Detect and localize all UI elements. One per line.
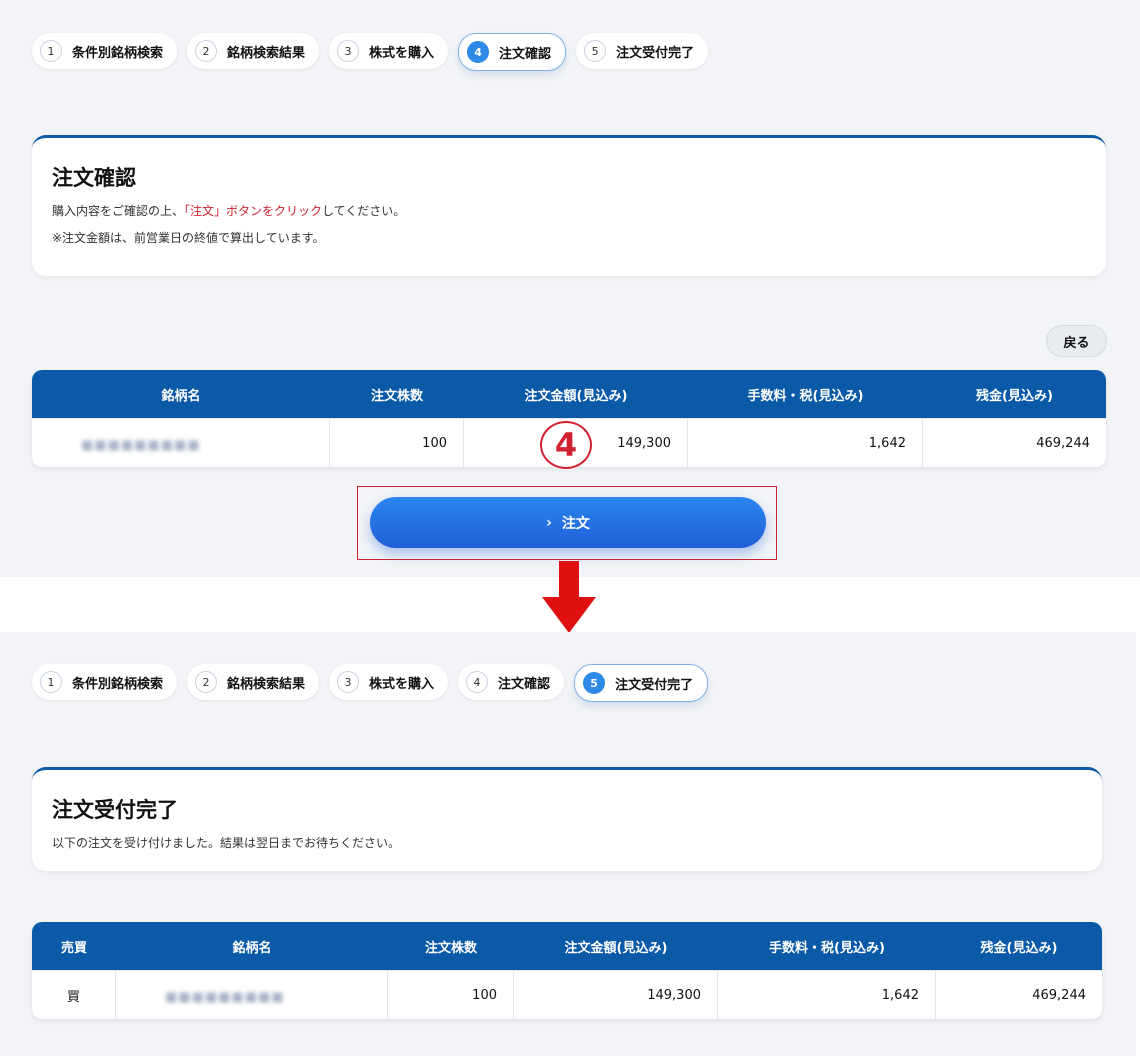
step-label: 銘柄検索結果 xyxy=(227,45,306,61)
page-title: 注文確認 xyxy=(52,166,136,190)
step-label: 注文受付完了 xyxy=(616,45,695,61)
header-fee: 手数料・税(見込み) xyxy=(718,922,936,970)
header-fee: 手数料・税(見込み) xyxy=(688,370,923,418)
header-name: 銘柄名 xyxy=(32,370,330,418)
shares-cell: 100 xyxy=(388,970,514,1019)
step-1[interactable]: 1 条件別銘柄検索 xyxy=(32,664,178,700)
step-number: 2 xyxy=(195,671,218,693)
step-5-active[interactable]: 5 注文受付完了 xyxy=(574,664,709,702)
step-1[interactable]: 1 条件別銘柄検索 xyxy=(32,33,178,69)
order-result-table: 売買 銘柄名 注文株数 注文金額(見込み) 手数料・税(見込み) 残金(見込み)… xyxy=(32,922,1102,1019)
header-balance: 残金(見込み) xyxy=(923,370,1106,418)
step-marker: 4 xyxy=(540,421,592,469)
header-side: 売買 xyxy=(32,922,116,970)
header-name: 銘柄名 xyxy=(116,922,388,970)
header-amount: 注文金額(見込み) xyxy=(464,370,688,418)
stock-name-cell: ■■■■■■■■■ xyxy=(32,418,330,467)
order-button-label: 注文 xyxy=(561,515,590,532)
chevron-right-icon: › xyxy=(546,514,552,531)
side-cell: 買 xyxy=(32,970,116,1019)
header-balance: 残金(見込み) xyxy=(936,922,1102,970)
stock-name-blurred: ■■■■■■■■■ xyxy=(132,989,285,1005)
step-label: 銘柄検索結果 xyxy=(227,676,306,692)
complete-card: 注文受付完了 以下の注文を受け付けました。結果は翌日までお待ちください。 xyxy=(32,767,1102,871)
table-header: 銘柄名 注文株数 注文金額(見込み) 手数料・税(見込み) 残金(見込み) xyxy=(32,370,1106,418)
step-5[interactable]: 5 注文受付完了 xyxy=(576,33,709,69)
step-label: 条件別銘柄検索 xyxy=(72,676,164,692)
balance-cell: 469,244 xyxy=(923,418,1106,467)
page-title: 注文受付完了 xyxy=(52,798,178,822)
fee-cell: 1,642 xyxy=(718,970,936,1019)
step-label: 条件別銘柄検索 xyxy=(72,45,164,61)
step-label: 注文受付完了 xyxy=(615,677,694,693)
stock-name-cell: ■■■■■■■■■ xyxy=(116,970,388,1019)
step-number: 4 xyxy=(466,671,489,693)
order-button[interactable]: › 注文 xyxy=(370,497,766,548)
step-number: 1 xyxy=(40,671,62,693)
step-label: 株式を購入 xyxy=(369,45,435,61)
step-number: 3 xyxy=(337,40,360,62)
progress-steps: 1 条件別銘柄検索 2 銘柄検索結果 3 株式を購入 4 注文確認 5 注文受付完了 xyxy=(32,664,709,702)
down-arrow-icon xyxy=(542,561,596,633)
step-3[interactable]: 3 株式を購入 xyxy=(329,33,449,69)
instruction-text: 購入内容をご確認の上、「注文」ボタンをクリックしてください。 xyxy=(52,204,406,218)
step-number: 5 xyxy=(584,40,607,62)
back-button[interactable]: 戻る xyxy=(1046,325,1107,357)
table-header: 売買 銘柄名 注文株数 注文金額(見込み) 手数料・税(見込み) 残金(見込み) xyxy=(32,922,1102,970)
header-amount: 注文金額(見込み) xyxy=(514,922,718,970)
table-row: 買 ■■■■■■■■■ 100 149,300 1,642 469,244 xyxy=(32,970,1102,1019)
instruction-text: 以下の注文を受け付けました。結果は翌日までお待ちください。 xyxy=(52,836,401,850)
fee-cell: 1,642 xyxy=(688,418,923,467)
progress-steps: 1 条件別銘柄検索 2 銘柄検索結果 3 株式を購入 4 注文確認 5 注文受付完了 xyxy=(32,33,709,71)
step-4-active[interactable]: 4 注文確認 xyxy=(458,33,567,71)
step-label: 株式を購入 xyxy=(369,676,435,692)
balance-cell: 469,244 xyxy=(936,970,1102,1019)
step-label: 注文確認 xyxy=(499,46,552,62)
step-number: 3 xyxy=(337,671,360,693)
step-4[interactable]: 4 注文確認 xyxy=(458,664,565,700)
stock-name-blurred: ■■■■■■■■■ xyxy=(48,437,201,453)
shares-cell: 100 xyxy=(330,418,464,467)
amount-cell: 149,300 xyxy=(514,970,718,1019)
header-shares: 注文株数 xyxy=(388,922,514,970)
step-3[interactable]: 3 株式を購入 xyxy=(329,664,449,700)
step-number: 1 xyxy=(40,40,62,62)
note-text: ※注文金額は、前営業日の終値で算出しています。 xyxy=(52,231,325,245)
confirm-card: 注文確認 購入内容をご確認の上、「注文」ボタンをクリックしてください。 ※注文金… xyxy=(32,135,1106,276)
step-2[interactable]: 2 銘柄検索結果 xyxy=(187,33,320,69)
step-label: 注文確認 xyxy=(498,676,551,692)
step-number: 4 xyxy=(467,41,490,63)
step-number: 2 xyxy=(195,40,218,62)
confirm-screen: 1 条件別銘柄検索 2 銘柄検索結果 3 株式を購入 4 注文確認 5 注文受付完了 注文… xyxy=(0,0,1140,577)
header-shares: 注文株数 xyxy=(330,370,464,418)
complete-screen: 1 条件別銘柄検索 2 銘柄検索結果 3 株式を購入 4 注文確認 5 注文受付完了 注文… xyxy=(0,632,1136,1056)
step-number: 5 xyxy=(583,672,606,694)
step-2[interactable]: 2 銘柄検索結果 xyxy=(187,664,320,700)
